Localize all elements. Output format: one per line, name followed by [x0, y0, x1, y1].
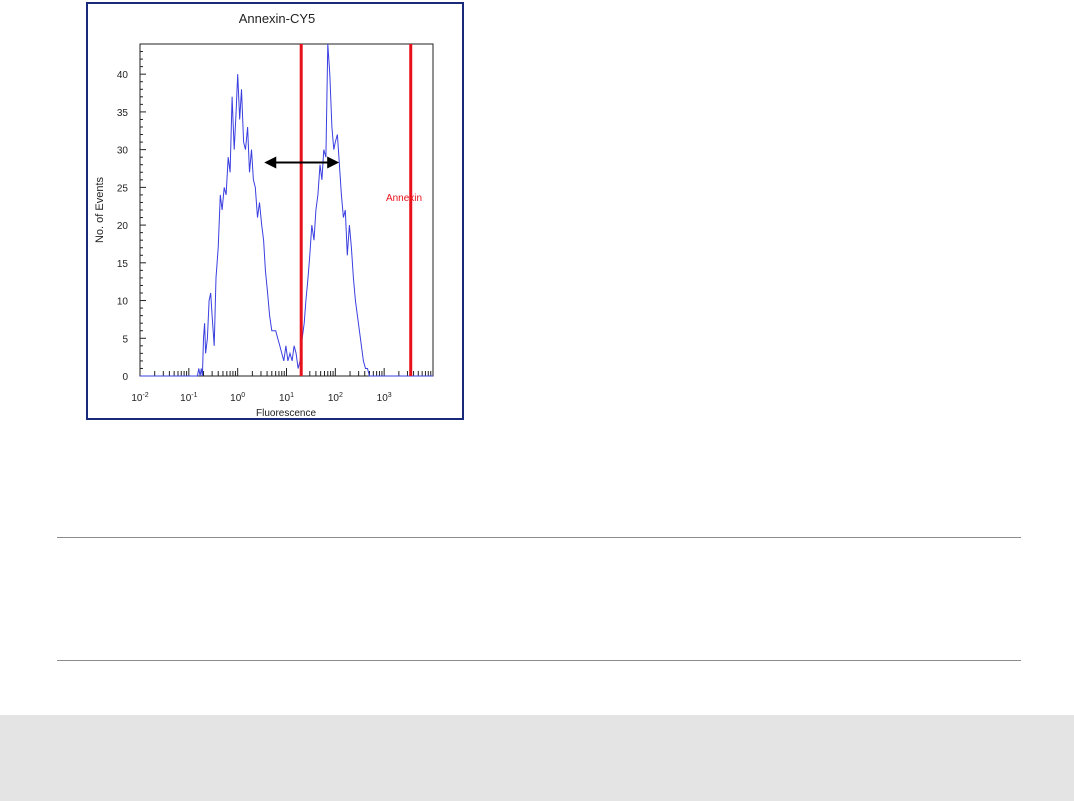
- x-tick-base: 10: [131, 393, 143, 404]
- x-tick-label: 101: [279, 392, 294, 404]
- plot-area: [139, 43, 434, 377]
- y-tick-label: 10: [117, 297, 129, 308]
- arrow-head-left: [264, 156, 277, 169]
- x-axis: 10-2 10-1 100 101 102 103: [131, 368, 432, 404]
- footer-band: [0, 715, 1074, 801]
- x-tick-base: 10: [230, 393, 242, 404]
- arrow-head-right: [327, 156, 340, 169]
- y-axis-label: No. of Events: [94, 176, 106, 243]
- y-tick-label: 35: [117, 108, 129, 119]
- y-tick-label: 20: [117, 221, 129, 232]
- series-group: [140, 43, 433, 377]
- y-tick-label: 15: [117, 259, 129, 270]
- x-tick-exponent: 1: [290, 392, 294, 399]
- y-tick-label: 0: [122, 372, 128, 383]
- histogram-line: [140, 43, 433, 377]
- chart-title: Annexin-CY5: [239, 11, 316, 26]
- y-tick-label: 25: [117, 183, 129, 194]
- x-tick-label: 102: [328, 392, 343, 404]
- x-axis-label: Fluorescence: [256, 408, 316, 418]
- x-tick-label: 103: [377, 392, 392, 404]
- x-tick-base: 10: [180, 393, 192, 404]
- divider-top: [57, 537, 1021, 538]
- x-tick-exponent: -2: [142, 392, 148, 399]
- y-tick-label: 30: [117, 146, 129, 157]
- y-tick-label: 5: [122, 334, 128, 345]
- x-tick-base: 10: [279, 393, 291, 404]
- x-tick-label: 10-2: [131, 392, 148, 404]
- histogram-figure: Annexin-CY5 0 5 10 15 20 25 30 35 40 10-2 10-1 100…: [86, 2, 464, 420]
- x-tick-exponent: 0: [241, 392, 245, 399]
- x-tick-base: 10: [377, 393, 389, 404]
- gate-group: Annexin: [299, 44, 422, 376]
- y-axis: 0 5 10 15 20 25 30 35 40: [117, 43, 146, 383]
- x-tick-base: 10: [328, 393, 340, 404]
- x-tick-exponent: 3: [388, 392, 392, 399]
- y-tick-label: 40: [117, 70, 129, 81]
- x-tick-label: 10-1: [180, 392, 197, 404]
- x-tick-label: 100: [230, 392, 245, 404]
- histogram-chart: Annexin-CY5 0510152025303540 10-2 10-1 100…: [94, 11, 434, 418]
- x-tick-exponent: -1: [191, 392, 197, 399]
- x-tick-exponent: 2: [339, 392, 343, 399]
- divider-bottom: [57, 660, 1021, 661]
- gate-label: Annexin: [386, 193, 422, 204]
